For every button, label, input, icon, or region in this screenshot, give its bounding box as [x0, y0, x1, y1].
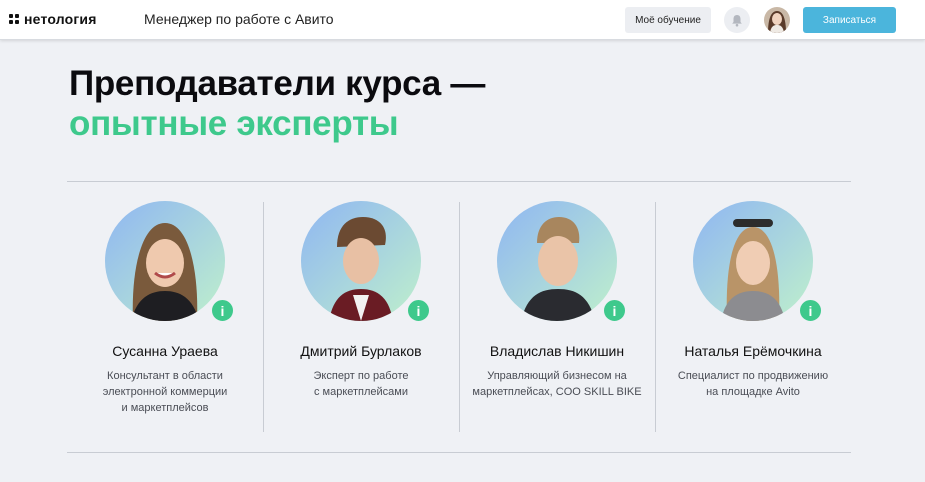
section-title-line2: опытные эксперты	[69, 104, 399, 143]
teacher-description: Консультант в области электронной коммер…	[67, 368, 263, 416]
teacher-description: Эксперт по работе с маркетплейсами	[263, 368, 459, 400]
section-title: Преподаватели курса — опытные эксперты	[69, 64, 485, 144]
teacher-info-button[interactable]: i	[406, 298, 431, 323]
teacher-description-line: Специалист по продвижению	[677, 370, 829, 382]
teacher-description-line: маркетплейсах, COO SKILL BIKE	[472, 386, 642, 398]
teacher-photo	[301, 201, 421, 321]
course-title: Менеджер по работе с Авито	[144, 11, 334, 27]
teacher-description-line: электронной коммерции	[102, 386, 228, 398]
teacher-name: Дмитрий Бурлаков	[300, 343, 422, 359]
section-title-line1: Преподаватели курса —	[69, 64, 486, 103]
teacher-info-button[interactable]: i	[602, 298, 627, 323]
teacher-photo	[105, 201, 225, 321]
teacher-info-button[interactable]: i	[798, 298, 823, 323]
teacher-description-line: Управляющий бизнесом на	[487, 370, 627, 382]
teacher-name: Наталья Ерёмочкина	[684, 343, 822, 359]
logo-text: нетология	[24, 11, 97, 27]
my-learning-button[interactable]: Моё обучение	[625, 7, 711, 33]
teacher-description-line: Консультант в области	[107, 370, 223, 382]
teacher-description-line: с маркетплейсами	[313, 386, 409, 398]
bell-icon	[732, 14, 742, 26]
teacher-description: Специалист по продвижению на площадке Av…	[655, 368, 851, 400]
teacher-info-button[interactable]: i	[210, 298, 235, 323]
notifications-button[interactable]	[724, 7, 750, 33]
signup-button[interactable]: Записаться	[803, 7, 896, 33]
teacher-description: Управляющий бизнесом на маркетплейсах, C…	[459, 368, 655, 400]
teacher-photo	[497, 201, 617, 321]
teacher-card: i Владислав Никишин Управляющий бизнесом…	[459, 201, 655, 431]
teacher-description-line: на площадке Avito	[706, 386, 800, 398]
logo-mark-icon	[9, 14, 19, 24]
teacher-photo	[693, 201, 813, 321]
teacher-card: i Сусанна Ураева Консультант в области э…	[67, 201, 263, 431]
teacher-name: Владислав Никишин	[489, 343, 625, 359]
teacher-description-line: и маркетплейсов	[121, 402, 209, 414]
netology-logo[interactable]: нетология	[9, 11, 97, 27]
teacher-card: i Наталья Ерёмочкина Специалист по продв…	[655, 201, 851, 431]
teacher-name: Сусанна Ураева	[112, 343, 218, 359]
teacher-card: i Дмитрий Бурлаков Эксперт по работе с м…	[263, 201, 459, 431]
top-header: нетология Менеджер по работе с Авито Моё…	[0, 0, 925, 40]
teacher-description-line: Эксперт по работе	[313, 370, 409, 382]
bottom-divider	[67, 452, 851, 453]
top-divider	[67, 181, 851, 182]
user-avatar[interactable]	[764, 7, 790, 33]
